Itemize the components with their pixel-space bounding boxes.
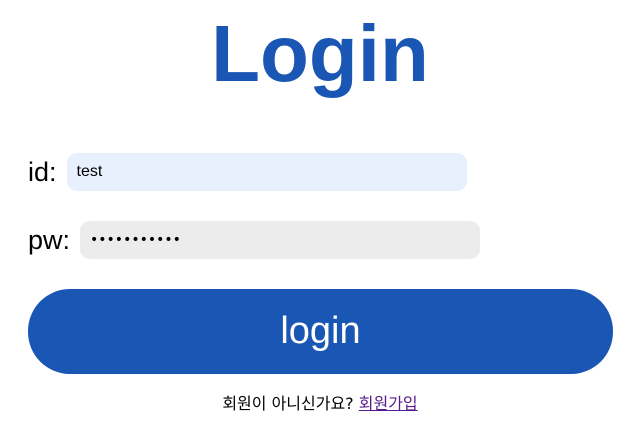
signup-prompt: 회원이 아니신가요? 회원가입 (0, 390, 640, 414)
id-input[interactable] (66, 153, 467, 191)
login-page: Login id: pw: login 회원이 아니신가요? 회원가입 (0, 0, 640, 431)
pw-field-row: pw: (28, 221, 481, 259)
id-label: id: (28, 157, 57, 187)
pw-input[interactable] (80, 221, 481, 259)
page-title: Login (211, 9, 429, 98)
signup-prompt-text: 회원이 아니신가요? (222, 394, 354, 413)
login-button[interactable]: login (28, 289, 613, 374)
pw-label: pw: (28, 225, 71, 255)
id-field-row: id: (28, 153, 467, 191)
signup-link[interactable]: 회원가입 (359, 394, 418, 413)
